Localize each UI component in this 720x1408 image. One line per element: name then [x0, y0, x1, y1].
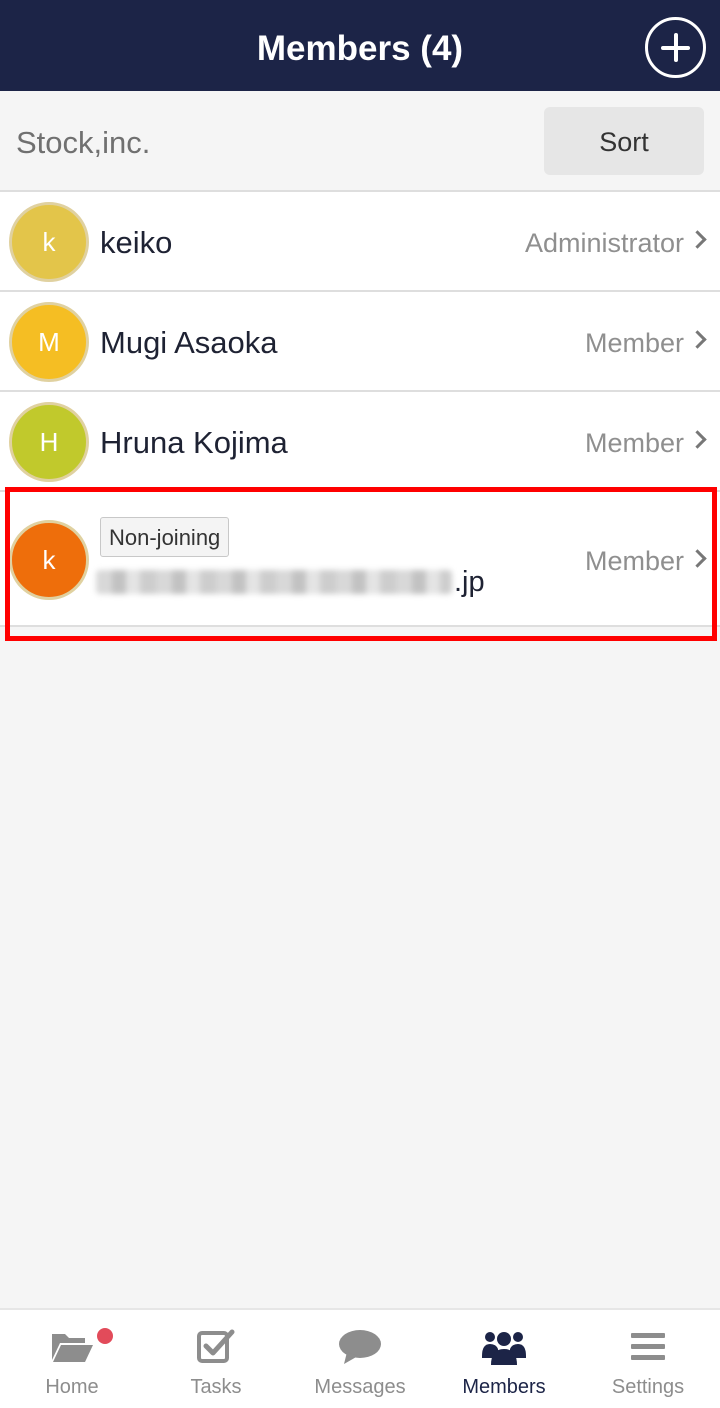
member-name: Mugi Asaoka — [100, 325, 278, 360]
checkbox-icon — [197, 1329, 235, 1363]
sort-button[interactable]: Sort — [544, 107, 704, 175]
avatar: k — [9, 520, 89, 600]
tab-tasks[interactable]: Tasks — [144, 1310, 288, 1408]
tab-settings[interactable]: Settings — [576, 1310, 720, 1408]
menu-lines-icon — [631, 1333, 665, 1360]
add-member-button[interactable] — [645, 17, 706, 78]
member-row[interactable]: k keiko Administrator — [0, 192, 720, 292]
member-role: Member — [584, 546, 684, 576]
avatar: M — [9, 302, 89, 382]
member-name: keiko — [100, 225, 173, 260]
tab-label: Tasks — [190, 1376, 242, 1398]
member-row[interactable]: H Hruna Kojima Member — [0, 392, 720, 492]
member-role: Administrator — [524, 228, 684, 258]
page-title: Members (4) — [256, 29, 464, 68]
tab-label: Messages — [314, 1376, 406, 1398]
blurred-email-text — [96, 570, 452, 594]
tab-label: Home — [45, 1376, 99, 1398]
notification-dot — [97, 1328, 113, 1344]
member-list: k keiko Administrator M Mugi Asaoka Memb… — [0, 192, 720, 627]
chevron-right-icon — [688, 330, 707, 349]
chevron-right-icon — [688, 230, 707, 249]
chevron-right-icon — [688, 549, 707, 568]
tab-home[interactable]: Home — [0, 1310, 144, 1408]
avatar: H — [9, 402, 89, 482]
tab-label: Members — [462, 1376, 546, 1398]
chevron-right-icon — [688, 430, 707, 449]
email-domain-suffix: .jp — [454, 566, 485, 598]
non-joining-badge: Non-joining — [100, 517, 230, 557]
folder-icon — [52, 1334, 93, 1362]
tab-members[interactable]: Members — [432, 1310, 576, 1408]
organization-bar: Stock,inc. Sort — [0, 91, 720, 192]
member-email: .jp — [96, 562, 496, 602]
avatar: k — [9, 202, 89, 282]
member-name: Hruna Kojima — [100, 425, 288, 460]
organization-name: Stock,inc. — [16, 125, 151, 160]
member-role: Member — [584, 428, 684, 458]
app-header: Members (4) — [0, 0, 720, 91]
tab-messages[interactable]: Messages — [288, 1310, 432, 1408]
member-row-invited[interactable]: k Non-joining .jp Member — [0, 492, 720, 627]
bottom-tab-bar: Home Tasks Messages Members Settings — [0, 1308, 720, 1408]
member-row[interactable]: M Mugi Asaoka Member — [0, 292, 720, 392]
chat-bubble-icon — [339, 1330, 381, 1364]
people-icon — [482, 1332, 526, 1365]
tab-label: Settings — [611, 1376, 685, 1398]
member-role: Member — [584, 328, 684, 358]
